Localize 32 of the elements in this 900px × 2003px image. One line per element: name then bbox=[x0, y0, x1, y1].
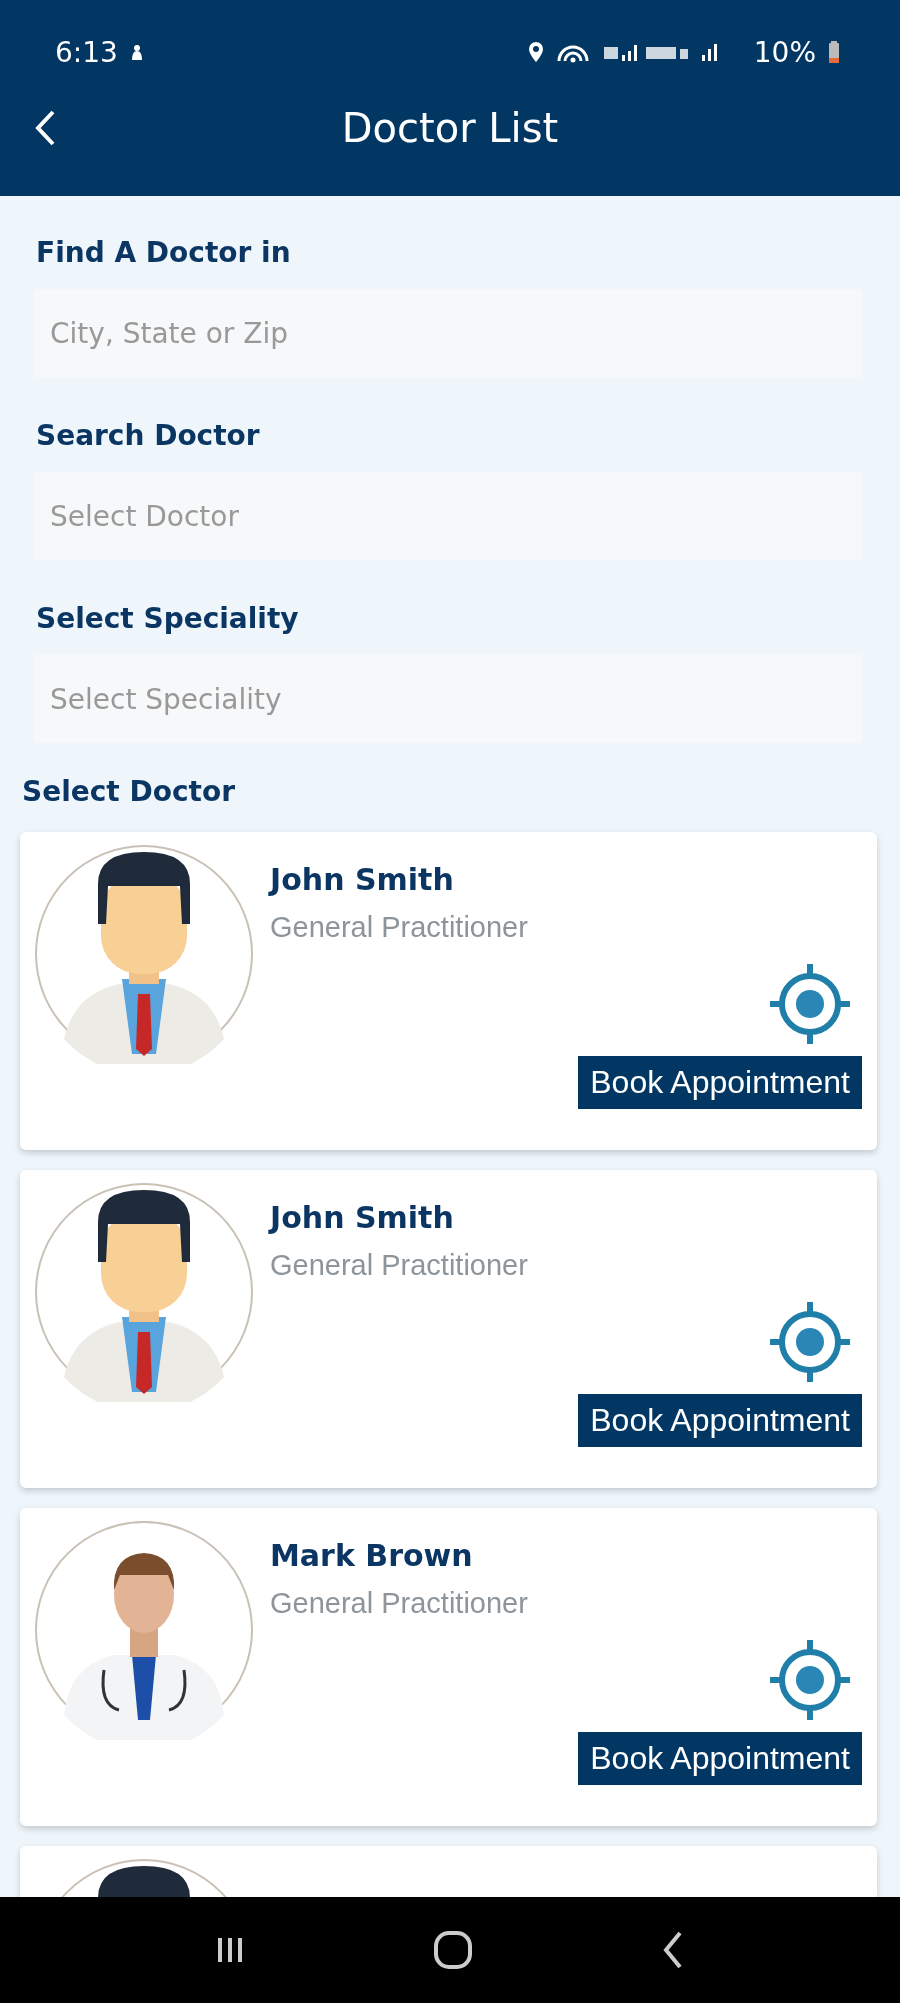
status-time: 6:13 bbox=[55, 35, 118, 69]
doctor-name: John Smith bbox=[270, 1200, 455, 1235]
doctor-card[interactable]: John Smith General Practitioner Book Appointment bbox=[20, 832, 877, 1150]
avatar-icon bbox=[34, 1182, 254, 1402]
doctor-name: Mark Brown bbox=[270, 1538, 474, 1573]
doctor-card[interactable]: Mark Brown General Practitioner Book Appointment bbox=[20, 1508, 877, 1826]
battery-icon bbox=[828, 41, 840, 63]
book-appointment-button[interactable]: Book Appointment bbox=[578, 1732, 862, 1785]
field-label: Search Doctor bbox=[36, 419, 260, 452]
doctor-name: John Smith bbox=[270, 862, 455, 897]
home-icon[interactable] bbox=[432, 1929, 474, 1971]
battery-level: 10% bbox=[753, 35, 816, 69]
book-appointment-button[interactable]: Book Appointment bbox=[578, 1056, 862, 1109]
doctor-card[interactable]: John Smith General Practitioner Book Appointment bbox=[20, 1170, 877, 1488]
input-field[interactable]: Select Speciality bbox=[34, 655, 862, 743]
locate-icon[interactable] bbox=[768, 962, 852, 1046]
input-field[interactable]: City, State or Zip bbox=[34, 289, 862, 377]
avatar-icon bbox=[34, 844, 254, 1064]
locate-icon[interactable] bbox=[768, 1638, 852, 1722]
doctor-specialty: General Practitioner bbox=[270, 1249, 528, 1282]
doctor-specialty: General Practitioner bbox=[270, 911, 528, 944]
doctor-card[interactable] bbox=[20, 1846, 877, 1897]
doctor-specialty: General Practitioner bbox=[270, 1587, 528, 1620]
field-label: Select Speciality bbox=[36, 602, 299, 635]
book-appointment-button[interactable]: Book Appointment bbox=[578, 1394, 862, 1447]
location-icon bbox=[527, 41, 544, 63]
input-field[interactable]: Select Doctor bbox=[34, 472, 862, 560]
field-label: Find A Doctor in bbox=[36, 236, 291, 269]
screen-title: Doctor List bbox=[341, 105, 559, 151]
section-title: Select Doctor bbox=[22, 775, 235, 808]
back-icon[interactable] bbox=[34, 109, 56, 147]
locate-icon[interactable] bbox=[768, 1300, 852, 1384]
